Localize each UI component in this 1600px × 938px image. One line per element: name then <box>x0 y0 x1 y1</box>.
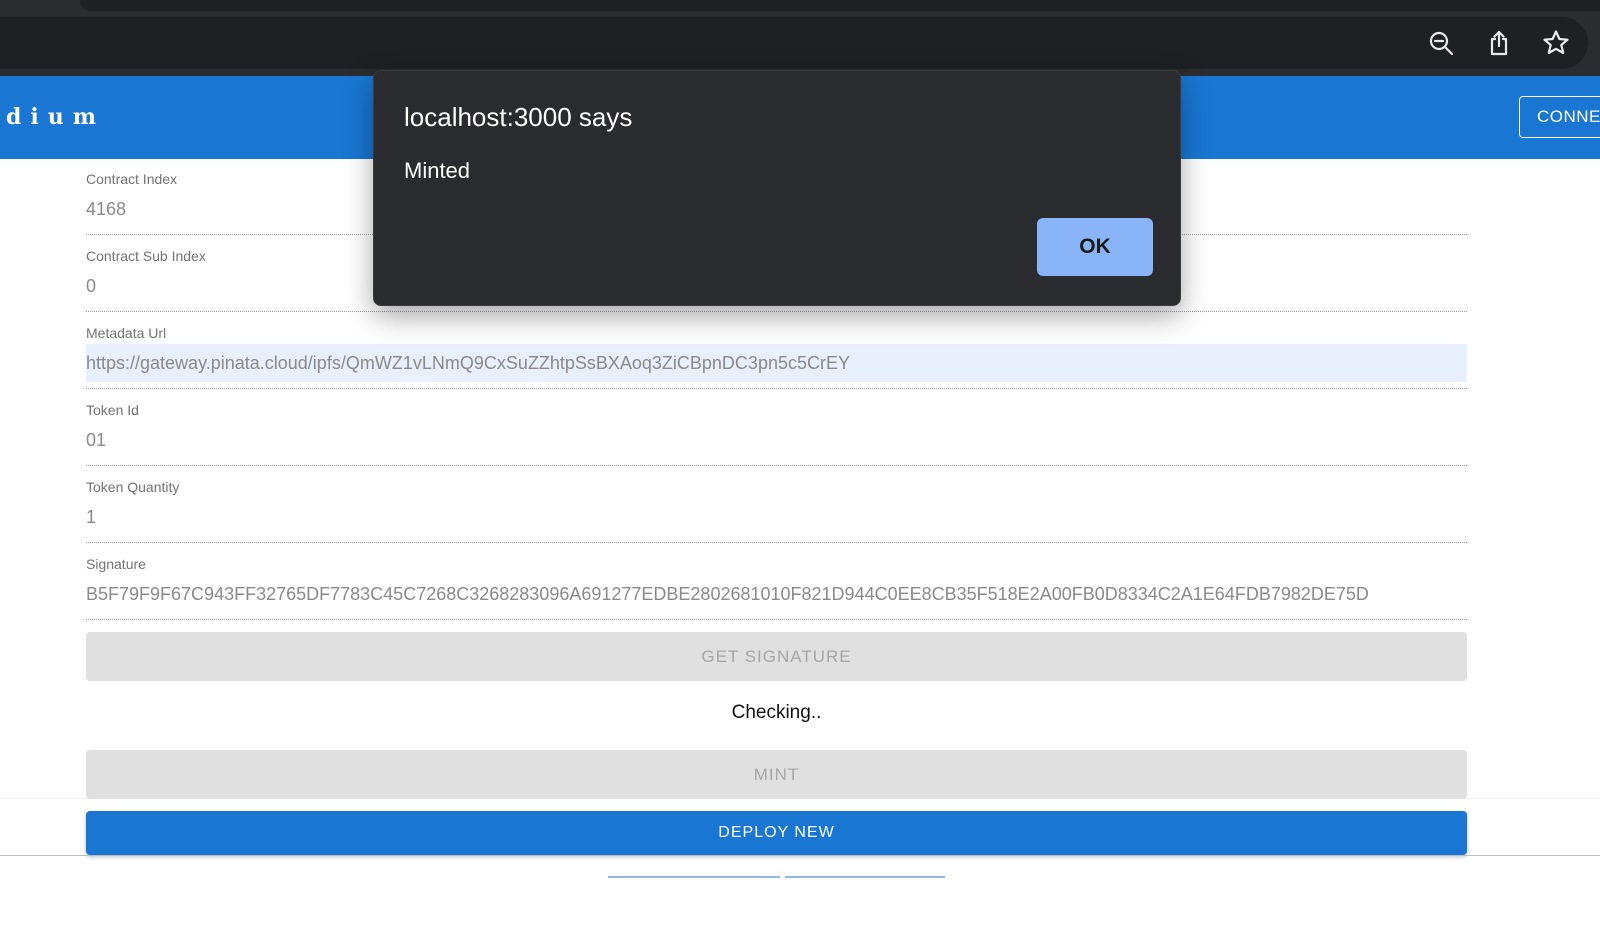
get-signature-button[interactable]: GET SIGNATURE <box>86 632 1467 681</box>
app-title: dium <box>6 104 106 130</box>
metadata-url-field[interactable]: Metadata Url https://gateway.pinata.clou… <box>86 325 1467 389</box>
dialog-message: Minted <box>404 158 471 183</box>
footer-divider <box>0 855 1600 856</box>
signature-input[interactable]: B5F79F9F67C943FF32765DF7783C45C7268C3268… <box>86 575 1467 613</box>
connect-button[interactable]: CONNE <box>1519 96 1600 138</box>
metadata-url-input[interactable]: https://gateway.pinata.cloud/ipfs/QmWZ1v… <box>86 344 1467 382</box>
alert-dialog: localhost:3000 says Minted OK <box>373 70 1181 306</box>
browser-tab-strip <box>80 0 1600 11</box>
footer-link[interactable] <box>608 876 780 878</box>
ok-button[interactable]: OK <box>1037 218 1153 276</box>
token-quantity-field[interactable]: Token Quantity 1 <box>86 479 1467 543</box>
field-label: Token Quantity <box>86 479 180 495</box>
token-id-input[interactable]: 01 <box>86 421 1467 459</box>
field-label: Contract Index <box>86 171 178 187</box>
zoom-out-icon[interactable] <box>1424 26 1458 60</box>
signature-field[interactable]: Signature B5F79F9F67C943FF32765DF7783C45… <box>86 556 1467 620</box>
share-icon[interactable] <box>1482 26 1516 60</box>
bookmark-star-icon[interactable] <box>1539 26 1573 60</box>
status-text: Checking.. <box>731 702 822 723</box>
field-label: Signature <box>86 556 146 572</box>
dialog-title: localhost:3000 says <box>404 102 633 132</box>
field-label: Metadata Url <box>86 325 167 341</box>
token-quantity-input[interactable]: 1 <box>86 498 1467 536</box>
footer-link[interactable] <box>785 876 945 878</box>
field-label: Contract Sub Index <box>86 248 206 264</box>
mint-button[interactable]: MINT <box>86 750 1467 799</box>
field-label: Token Id <box>86 402 139 418</box>
address-bar[interactable] <box>0 17 1588 69</box>
deploy-new-button[interactable]: DEPLOY NEW <box>86 811 1467 855</box>
token-id-field[interactable]: Token Id 01 <box>86 402 1467 466</box>
